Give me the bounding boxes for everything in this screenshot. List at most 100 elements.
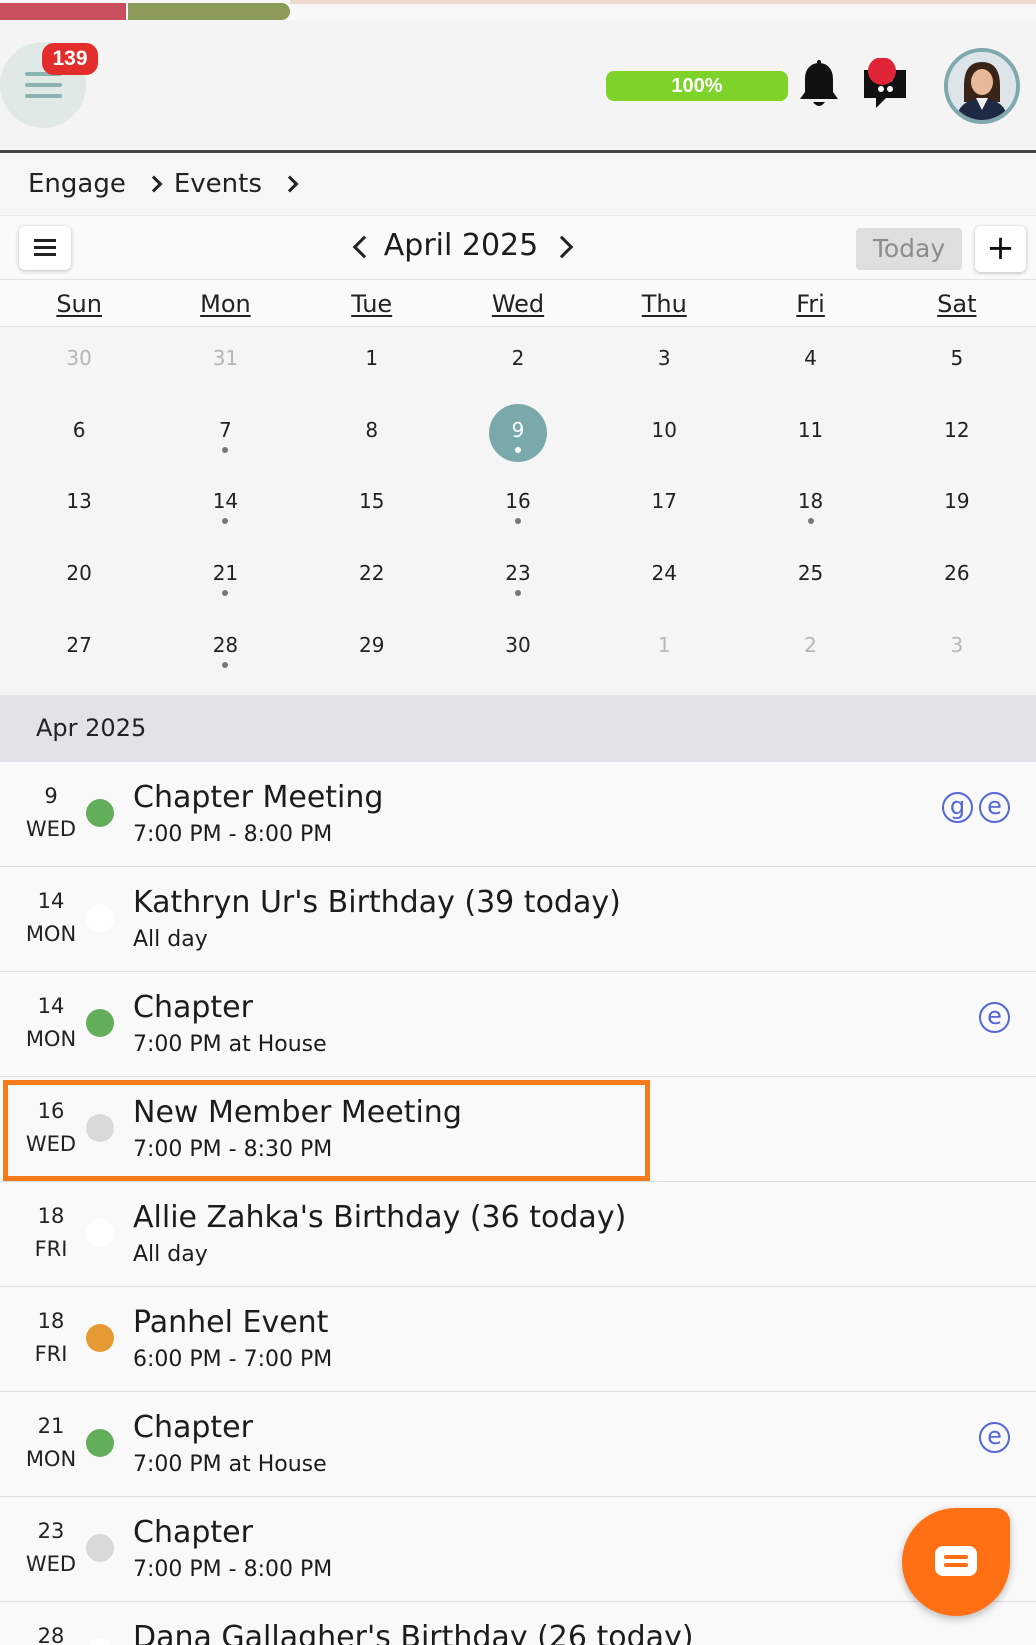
event-indicator-dot — [222, 446, 229, 453]
calendar-day[interactable]: 20 — [6, 543, 152, 615]
bell-icon[interactable] — [798, 60, 840, 110]
event-color-dot — [86, 1429, 114, 1457]
weekday-label[interactable]: Wed — [445, 281, 591, 326]
notification-count-badge: 139 — [42, 43, 98, 75]
weekday-label[interactable]: Thu — [591, 281, 737, 326]
event-time: 7:00 PM - 8:00 PM — [133, 1557, 333, 1582]
top-color-bars — [0, 0, 1036, 20]
calendar-day-number: 3 — [950, 632, 964, 657]
event-row[interactable]: 28 Dana Gallagher's Birthday (26 today) — [0, 1602, 1036, 1645]
calendar-day[interactable]: 16 — [445, 471, 591, 543]
calendar-day[interactable]: 1 — [299, 328, 445, 400]
chevron-left-icon[interactable] — [350, 236, 370, 256]
calendar-week-row: 30 31 1 2 3 4 5 — [6, 328, 1030, 400]
calendar-week-row: 6 7 8 9 10 11 12 — [6, 400, 1030, 472]
avatar[interactable] — [944, 48, 1020, 124]
calendar-day-number: 26 — [944, 561, 970, 586]
event-row[interactable]: 23 WED Chapter 7:00 PM - 8:00 PM — [0, 1497, 1036, 1602]
app-header: 139 100% — [0, 20, 1036, 153]
profile-progress-bar[interactable]: 100% — [606, 71, 788, 101]
calendar-day[interactable]: 13 — [6, 471, 152, 543]
weekday-label[interactable]: Mon — [152, 281, 298, 326]
chevron-right-icon[interactable] — [554, 236, 574, 256]
calendar-day-number: 20 — [66, 561, 92, 586]
calendar-day[interactable]: 17 — [591, 471, 737, 543]
calendar-day[interactable]: 12 — [884, 400, 1030, 472]
calendar-day[interactable]: 3 — [884, 615, 1030, 687]
event-row[interactable]: 21 MON Chapter 7:00 PM at House e — [0, 1392, 1036, 1497]
event-row[interactable]: 14 MON Chapter 7:00 PM at House e — [0, 972, 1036, 1077]
calendar-day-number: 17 — [651, 489, 677, 514]
breadcrumb-engage[interactable]: Engage — [28, 169, 126, 199]
calendar-day[interactable]: 14 — [152, 471, 298, 543]
calendar-day[interactable]: 7 — [152, 400, 298, 472]
calendar-toolbar: April 2025 Today + — [0, 216, 1036, 280]
event-weekday: MON — [25, 922, 77, 946]
breadcrumb: Engage Events — [0, 153, 1036, 216]
event-day-number: 18 — [37, 1309, 65, 1333]
calendar-day-number: 27 — [66, 632, 92, 657]
event-color-dot — [86, 799, 114, 827]
event-weekday: WED — [25, 1132, 77, 1156]
calendar-day-number: 4 — [804, 346, 817, 370]
event-indicator-dot — [222, 661, 229, 668]
calendar-day[interactable]: 24 — [591, 543, 737, 615]
calendar-day-selected[interactable]: 9 — [445, 400, 591, 472]
weekday-header: Sun Mon Tue Wed Thu Fri Sat — [0, 281, 1036, 327]
add-event-button[interactable]: + — [975, 226, 1026, 272]
event-title: Chapter — [133, 1410, 253, 1445]
breadcrumb-events[interactable]: Events — [174, 169, 262, 199]
calendar-day[interactable]: 28 — [152, 615, 298, 687]
weekday-label[interactable]: Fri — [737, 281, 883, 326]
calendar-day[interactable]: 29 — [299, 615, 445, 687]
calendar-day[interactable]: 26 — [884, 543, 1030, 615]
calendar-day[interactable]: 31 — [152, 328, 298, 400]
calendar-day[interactable]: 5 — [884, 328, 1030, 400]
month-grid: 30 31 1 2 3 4 5 6 7 8 9 10 11 12 13 14 15 16 17 18 19 20 21 22 2… — [0, 328, 1036, 695]
calendar-day[interactable]: 6 — [6, 400, 152, 472]
calendar-day[interactable]: 21 — [152, 543, 298, 615]
calendar-day[interactable]: 23 — [445, 543, 591, 615]
e-letter-icon: e — [979, 1002, 1010, 1033]
calendar-day[interactable]: 25 — [737, 543, 883, 615]
calendar-day[interactable]: 2 — [445, 328, 591, 400]
event-title: Chapter — [133, 990, 253, 1025]
event-time: All day — [133, 927, 208, 952]
calendar-day[interactable]: 1 — [591, 615, 737, 687]
event-weekday: FRI — [34, 1342, 68, 1366]
calendar-day[interactable]: 30 — [6, 328, 152, 400]
calendar-day[interactable]: 27 — [6, 615, 152, 687]
calendar-day-number: 28 — [212, 632, 239, 657]
calendar-day[interactable]: 8 — [299, 400, 445, 472]
calendar-day[interactable]: 18 — [737, 471, 883, 543]
calendar-day[interactable]: 30 — [445, 615, 591, 687]
chat-icon[interactable] — [860, 58, 910, 112]
today-button[interactable]: Today — [856, 228, 962, 270]
event-time: All day — [133, 1242, 208, 1267]
calendar-day-number: 16 — [505, 489, 531, 514]
event-row[interactable]: 16 WED New Member Meeting 7:00 PM - 8:30 PM — [0, 1077, 1036, 1182]
support-chat-button[interactable] — [902, 1508, 1010, 1616]
event-time: 7:00 PM - 8:30 PM — [133, 1137, 333, 1162]
event-row[interactable]: 9 WED Chapter Meeting 7:00 PM - 8:00 PM g e — [0, 762, 1036, 867]
event-indicator-dot — [222, 518, 229, 525]
calendar-day[interactable]: 2 — [737, 615, 883, 687]
calendar-day[interactable]: 11 — [737, 400, 883, 472]
event-row[interactable]: 18 FRI Allie Zahka's Birthday (36 today) Al… — [0, 1182, 1036, 1287]
calendar-day-number: 31 — [212, 346, 239, 370]
calendar-day[interactable]: 4 — [737, 328, 883, 400]
event-row[interactable]: 18 FRI Panhel Event 6:00 PM - 7:00 PM — [0, 1287, 1036, 1392]
calendar-day[interactable]: 19 — [884, 471, 1030, 543]
weekday-label[interactable]: Sat — [884, 281, 1030, 326]
weekday-label[interactable]: Sun — [6, 281, 152, 326]
list-view-button[interactable] — [19, 226, 71, 270]
calendar-day[interactable]: 15 — [299, 471, 445, 543]
event-row[interactable]: 14 MON Kathryn Ur's Birthday (39 today) All… — [0, 867, 1036, 972]
weekday-label[interactable]: Tue — [299, 281, 445, 326]
calendar-day[interactable]: 3 — [591, 328, 737, 400]
event-color-dot — [86, 1534, 114, 1562]
event-color-dot — [86, 904, 114, 932]
calendar-day[interactable]: 10 — [591, 400, 737, 472]
event-weekday: MON — [25, 1447, 77, 1471]
calendar-day[interactable]: 22 — [299, 543, 445, 615]
